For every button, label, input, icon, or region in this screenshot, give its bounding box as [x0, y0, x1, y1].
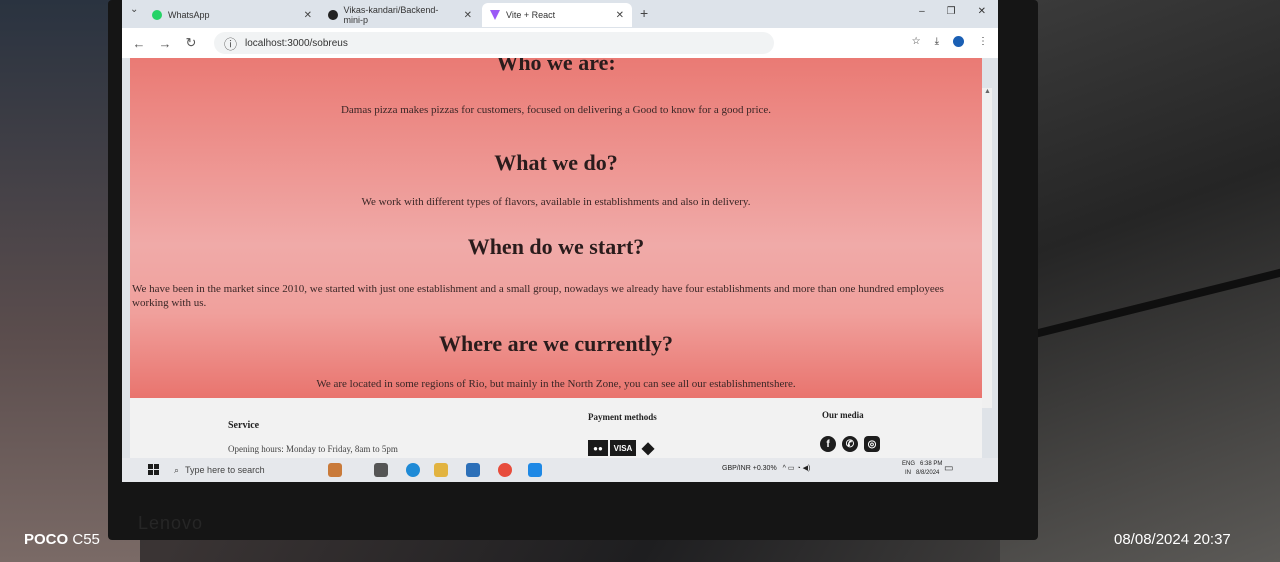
- diamond-pay-icon: ◆: [641, 440, 655, 457]
- tab-label: WhatsApp: [168, 10, 210, 20]
- menu-icon[interactable]: ⋮: [978, 36, 988, 47]
- page-footer: Service Opening hours: Monday to Friday,…: [130, 398, 982, 458]
- region-label: IN: [905, 470, 911, 476]
- section-heading: What we do?: [494, 150, 618, 175]
- close-icon[interactable]: ✕: [464, 10, 472, 21]
- facebook-icon[interactable]: f: [820, 436, 836, 452]
- laptop-brand: Lenovo: [138, 513, 204, 533]
- close-window-icon[interactable]: ✕: [978, 6, 986, 17]
- bookmark-star-icon[interactable]: ☆: [912, 36, 921, 47]
- search-placeholder: Type here to search: [185, 465, 265, 475]
- whatsapp-social-icon[interactable]: ✆: [842, 436, 858, 452]
- search-icon: ⌕: [174, 464, 180, 475]
- maximize-icon[interactable]: ❐: [947, 6, 956, 17]
- store-icon[interactable]: [466, 463, 480, 477]
- opening-hours: Opening hours: Monday to Friday, 8am to …: [228, 444, 398, 454]
- section-heading: When do we start?: [467, 234, 645, 259]
- url-text: localhost:3000/sobreus: [245, 37, 348, 49]
- github-icon: [328, 10, 338, 20]
- visa-icon: VISA: [610, 440, 636, 456]
- language-label: ENG: [902, 461, 916, 467]
- section-text: We are located in some regions of Rio, b…: [316, 378, 796, 390]
- whatsapp-icon: [152, 10, 162, 20]
- tab-search-icon[interactable]: ⌄: [130, 4, 138, 15]
- service-title: Service: [228, 420, 260, 431]
- minimize-icon[interactable]: –: [919, 6, 925, 17]
- about-page: Who we are: Damas pizza makes pizzas for…: [130, 58, 982, 398]
- close-icon[interactable]: ✕: [304, 10, 312, 21]
- section-text: We work with different types of flavors,…: [361, 196, 751, 208]
- reload-icon[interactable]: ↻: [178, 35, 204, 51]
- window-controls: – ❐ ✕: [919, 6, 986, 17]
- info-icon[interactable]: ⓘ: [224, 34, 237, 53]
- stock-ticker[interactable]: GBP/INR +0.30%: [722, 465, 777, 472]
- camera-watermark: POCO C55: [24, 531, 100, 548]
- tab-bar: ⌄ WhatsApp ✕ Vikas-kandari/Backend-mini-…: [122, 0, 998, 28]
- taskbar-clock[interactable]: ENG 6:38 PM IN 8/8/2024: [902, 460, 942, 478]
- windows-start-icon[interactable]: [148, 464, 159, 475]
- date-label: 8/8/2024: [916, 470, 940, 476]
- close-icon[interactable]: ✕: [616, 10, 624, 21]
- chrome-icon[interactable]: [498, 463, 512, 477]
- vite-icon: [490, 10, 500, 20]
- tab-label: Vikas-kandari/Backend-mini-p: [343, 5, 439, 25]
- tab-label: Vite + React: [506, 10, 556, 20]
- file-explorer-icon[interactable]: [434, 463, 448, 477]
- scroll-up-icon[interactable]: ▲: [984, 88, 991, 95]
- new-tab-icon[interactable]: +: [640, 5, 648, 21]
- media-title: Our media: [822, 410, 864, 420]
- download-icon[interactable]: ⤓: [935, 36, 939, 47]
- tray-icons[interactable]: ^ ▭ ◔ ◀): [783, 464, 811, 472]
- laptop-screen: ⌄ WhatsApp ✕ Vikas-kandari/Backend-mini-…: [122, 0, 998, 482]
- section-text: We have been in the market since 2010, w…: [132, 283, 944, 309]
- mastercard-icon: ●●: [588, 440, 608, 456]
- address-bar[interactable]: ⓘ localhost:3000/sobreus: [214, 32, 774, 54]
- section-heading: Who we are:: [496, 58, 616, 75]
- tab-whatsapp[interactable]: WhatsApp ✕: [144, 3, 320, 27]
- section-heading: Where are we currently?: [439, 331, 673, 356]
- payment-title: Payment methods: [588, 412, 657, 422]
- forward-icon[interactable]: →: [152, 36, 178, 51]
- cat-widget-icon[interactable]: [328, 463, 342, 477]
- system-tray: GBP/INR +0.30% ^ ▭ ◔ ◀): [722, 464, 811, 473]
- camera-model: C55: [72, 531, 100, 548]
- back-icon[interactable]: ←: [126, 36, 152, 51]
- camera-brand: POCO: [24, 531, 69, 548]
- profile-avatar[interactable]: [953, 36, 964, 47]
- tab-vite-react[interactable]: Vite + React ✕: [482, 3, 632, 27]
- task-view-icon[interactable]: [374, 463, 388, 477]
- page-scrollbar[interactable]: [982, 88, 992, 408]
- notification-icon[interactable]: ▭: [944, 463, 953, 474]
- toolbar-actions: ☆ ⤓ ⋮: [912, 36, 988, 47]
- instagram-icon[interactable]: ◎: [864, 436, 880, 452]
- tab-github[interactable]: Vikas-kandari/Backend-mini-p ✕: [320, 3, 480, 27]
- taskbar-search[interactable]: ⌕ Type here to search: [174, 461, 324, 479]
- section-text: Damas pizza makes pizzas for customers, …: [340, 104, 772, 116]
- time-label: 6:38 PM: [920, 461, 943, 467]
- browser-toolbar: ← → ↻ ⓘ localhost:3000/sobreus: [122, 28, 998, 58]
- windows-taskbar: ⌕ Type here to search GBP/INR +0.30% ^ ▭…: [122, 458, 998, 482]
- edge-icon[interactable]: [406, 463, 420, 477]
- vscode-icon[interactable]: [528, 463, 542, 477]
- camera-timestamp: 08/08/2024 20:37: [1114, 531, 1231, 548]
